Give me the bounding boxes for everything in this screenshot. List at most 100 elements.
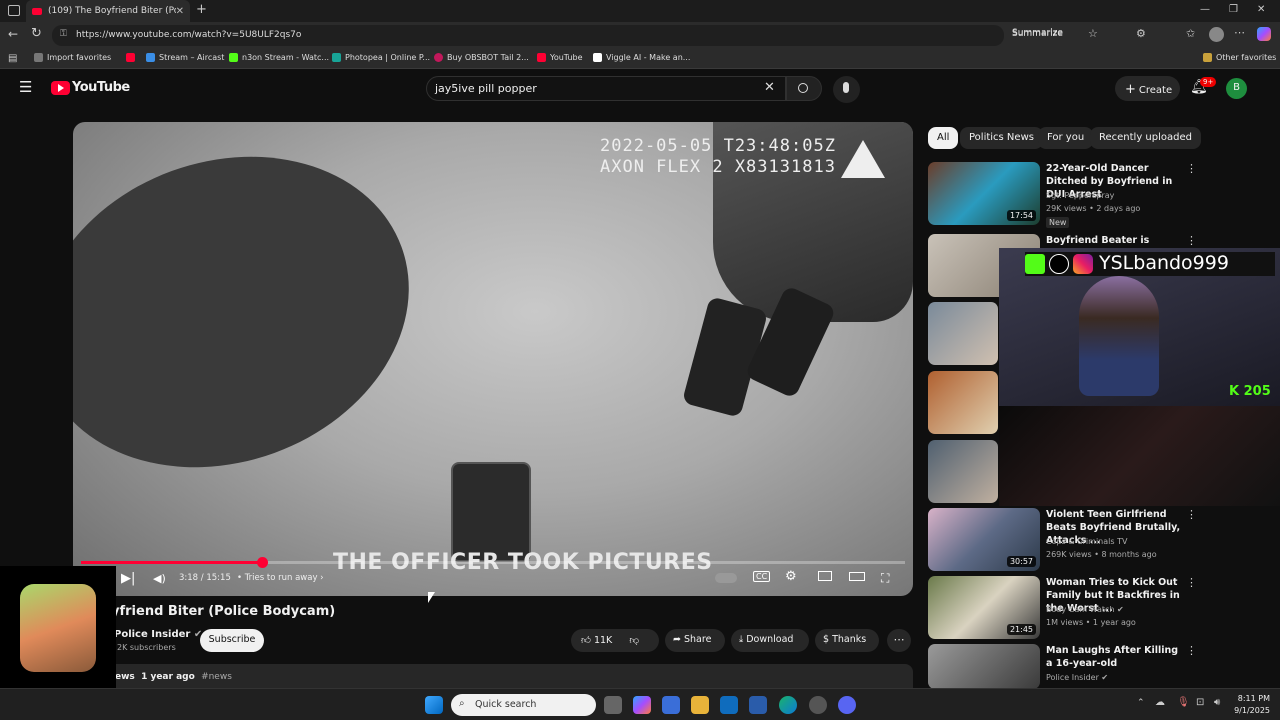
bookmark-aircast[interactable] bbox=[126, 53, 139, 62]
bookmark-youtube[interactable]: YouTube bbox=[537, 53, 583, 62]
copilot-icon[interactable] bbox=[633, 696, 651, 714]
captions-icon[interactable]: CC bbox=[753, 571, 771, 582]
more-menu-icon[interactable]: ⋯ bbox=[1234, 26, 1245, 39]
back-icon[interactable]: ← bbox=[8, 27, 18, 41]
chip-recently-uploaded[interactable]: Recently uploaded bbox=[1090, 127, 1201, 149]
related-more-icon[interactable]: ⋮ bbox=[1186, 234, 1197, 247]
progress-scrubber[interactable] bbox=[257, 557, 269, 568]
discord-icon[interactable] bbox=[838, 696, 856, 714]
chip-politics-news[interactable]: Politics News bbox=[960, 127, 1043, 149]
photos-icon[interactable] bbox=[749, 696, 767, 714]
volume-icon[interactable]: 🔊︎ bbox=[1214, 697, 1220, 708]
other-favorites[interactable]: Other favorites bbox=[1203, 53, 1276, 62]
create-button[interactable]: + Create bbox=[1115, 76, 1180, 101]
site-info-icon[interactable]: ⚿ bbox=[60, 29, 67, 39]
bookmark-photopea[interactable]: Photopea | Online P... bbox=[332, 53, 430, 62]
restore-icon[interactable]: ❐ bbox=[1229, 4, 1238, 15]
browser-tab-active[interactable]: (109) The Boyfriend Biter (Police I ✕ bbox=[26, 0, 190, 22]
related-thumbnail[interactable] bbox=[928, 440, 998, 503]
theater-mode-icon[interactable] bbox=[849, 572, 865, 581]
bookmark-n3on[interactable]: n3on Stream - Watc... bbox=[229, 53, 329, 62]
related-more-icon[interactable]: ⋮ bbox=[1186, 508, 1197, 521]
minimize-icon[interactable]: — bbox=[1200, 4, 1210, 15]
time-display: 3:18 / 15:15 bbox=[179, 573, 231, 583]
file-explorer-icon[interactable] bbox=[691, 696, 709, 714]
copilot-icon[interactable] bbox=[1257, 27, 1271, 41]
chip-all[interactable]: All bbox=[928, 127, 959, 149]
bookmark-viggle[interactable]: Viggle AI - Make an... bbox=[593, 53, 690, 62]
url-field[interactable]: ⚿ https://www.youtube.com/watch?v=5U8ULF… bbox=[52, 25, 1063, 46]
tray-chevron-icon[interactable]: ⌃ bbox=[1137, 698, 1145, 708]
new-tab-icon[interactable]: + bbox=[196, 2, 207, 17]
voice-search-button[interactable] bbox=[833, 76, 860, 103]
related-thumbnail[interactable]: 30:57 bbox=[928, 508, 1040, 571]
microphone-icon bbox=[843, 82, 849, 93]
related-thumbnail[interactable] bbox=[928, 371, 998, 434]
search-button[interactable] bbox=[786, 76, 822, 101]
obs-icon[interactable] bbox=[809, 696, 827, 714]
onedrive-icon[interactable]: ☁ bbox=[1155, 697, 1165, 708]
volume-icon[interactable]: ◀︎) bbox=[153, 572, 166, 585]
channel-name[interactable]: Police Insider ✔ bbox=[114, 629, 202, 640]
related-channel[interactable]: Cops & Criminals TV bbox=[1046, 537, 1127, 546]
bookmark-obsbot[interactable]: Buy OBSBOT Tail 2... bbox=[434, 53, 529, 62]
related-thumbnail[interactable] bbox=[928, 302, 998, 365]
chapter-button[interactable]: • Tries to run away › bbox=[237, 573, 324, 583]
more-actions-icon[interactable]: ⋯ bbox=[887, 629, 911, 652]
summarize-label[interactable]: Summarize bbox=[1012, 28, 1063, 38]
bookmark-import[interactable]: Import favorites bbox=[34, 53, 111, 62]
like-button[interactable]: 👍︎ 11K bbox=[581, 635, 612, 646]
related-more-icon[interactable]: ⋮ bbox=[1186, 576, 1197, 589]
thumbs-up-icon: 👍︎ bbox=[581, 635, 591, 646]
extensions-icon[interactable]: ⚙ bbox=[1136, 27, 1146, 40]
start-button-icon[interactable] bbox=[425, 696, 443, 714]
search-input[interactable]: jay5ive pill popper ✕ bbox=[426, 76, 786, 101]
edge-browser-icon[interactable] bbox=[779, 696, 797, 714]
thanks-button[interactable]: $ Thanks bbox=[815, 629, 879, 652]
related-thumbnail[interactable]: 21:45 bbox=[928, 576, 1040, 639]
share-button[interactable]: ➦ Share bbox=[665, 629, 725, 652]
microphone-icon[interactable]: 🎙︎ bbox=[1177, 697, 1190, 708]
related-title[interactable]: Man Laughs After Killing a 16-year-old bbox=[1046, 644, 1186, 670]
video-player[interactable]: 2022-05-05 T23:48:05Z AXON FLEX 2 X83131… bbox=[73, 122, 913, 596]
chip-for-you[interactable]: For you bbox=[1038, 127, 1094, 149]
system-clock[interactable]: 8:11 PM 9/1/2025 bbox=[1230, 693, 1270, 717]
related-channel[interactable]: Body Cam Watch ✔ bbox=[1046, 605, 1124, 614]
store-icon[interactable] bbox=[662, 696, 680, 714]
fullscreen-icon[interactable]: ⛶ bbox=[881, 571, 889, 586]
favorite-star-icon[interactable]: ☆ bbox=[1088, 27, 1098, 40]
related-thumbnail[interactable] bbox=[928, 644, 1040, 689]
related-channel[interactable]: Sgt. Pepperspray bbox=[1046, 191, 1114, 200]
network-icon[interactable]: ⊡ bbox=[1196, 697, 1204, 708]
next-video-icon[interactable]: ▶︎| bbox=[121, 571, 135, 586]
close-tab-icon[interactable]: ✕ bbox=[176, 6, 184, 17]
photopea-icon bbox=[332, 53, 341, 62]
miniplayer-icon[interactable] bbox=[818, 571, 832, 581]
download-button[interactable]: ⤓ Download bbox=[731, 629, 809, 652]
youtube-logo-text[interactable]: YouTube bbox=[72, 80, 130, 95]
description-box[interactable]: ews 1 year ago #news bbox=[73, 664, 913, 688]
related-more-icon[interactable]: ⋮ bbox=[1186, 644, 1197, 657]
clear-search-icon[interactable]: ✕ bbox=[764, 80, 775, 95]
related-channel[interactable]: Police Insider ✔ bbox=[1046, 673, 1108, 682]
bookmark-stream-aircast[interactable]: Stream – Aircast bbox=[146, 53, 224, 62]
subscribe-button[interactable]: Subscribe bbox=[200, 629, 264, 652]
close-window-icon[interactable]: ✕ bbox=[1257, 4, 1265, 15]
progress-bar[interactable] bbox=[81, 557, 905, 568]
related-thumbnail[interactable]: 17:54 bbox=[928, 162, 1040, 225]
bookmarks-menu-icon[interactable]: ▤ bbox=[8, 53, 17, 64]
youtube-logo-icon[interactable] bbox=[51, 81, 70, 95]
favorites-icon[interactable]: ✩ bbox=[1186, 27, 1195, 40]
taskbar-search-box[interactable]: ⌕ Quick search bbox=[451, 694, 596, 716]
dislike-button[interactable]: 👎︎ bbox=[629, 635, 639, 646]
autoplay-toggle[interactable] bbox=[715, 573, 737, 583]
settings-gear-icon[interactable]: ⚙ bbox=[785, 569, 797, 584]
tab-actions-icon[interactable] bbox=[8, 5, 20, 16]
related-more-icon[interactable]: ⋮ bbox=[1186, 162, 1197, 175]
profile-avatar[interactable] bbox=[1209, 27, 1224, 42]
outlook-icon[interactable] bbox=[720, 696, 738, 714]
account-avatar[interactable]: B bbox=[1226, 78, 1247, 99]
reload-icon[interactable]: ↻ bbox=[31, 26, 42, 41]
hamburger-menu-icon[interactable]: ☰ bbox=[19, 78, 32, 96]
task-view-icon[interactable] bbox=[604, 696, 622, 714]
